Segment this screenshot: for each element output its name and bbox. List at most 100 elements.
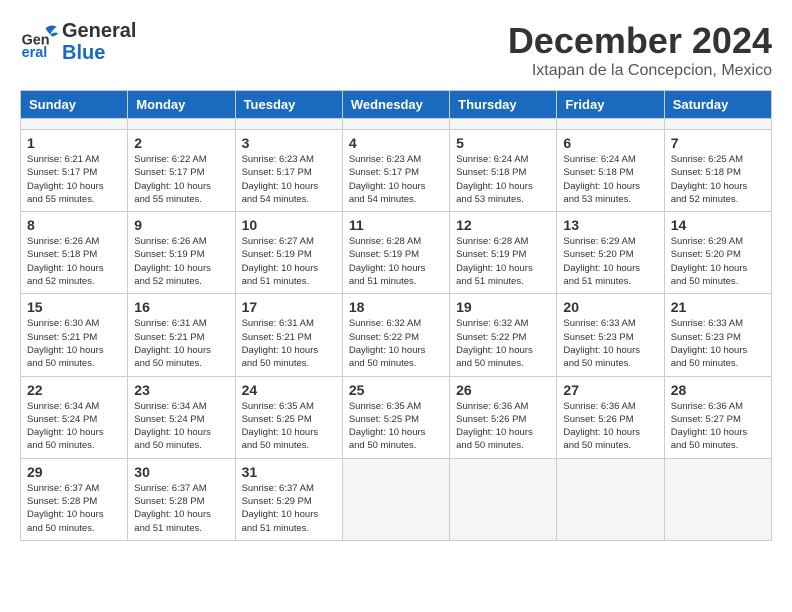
title-block: December 2024 Ixtapan de la Concepcion, … bbox=[508, 20, 772, 80]
table-row: 23 Sunrise: 6:34 AMSunset: 5:24 PMDayligh… bbox=[128, 376, 235, 458]
calendar-week-row: 29Sunrise: 6:37 AMSunset: 5:28 PMDayligh… bbox=[21, 458, 772, 540]
day-info: Sunrise: 6:26 AMSunset: 5:18 PMDaylight:… bbox=[27, 235, 121, 288]
day-info: Sunrise: 6:31 AMSunset: 5:21 PMDaylight:… bbox=[134, 317, 228, 370]
table-row: 1 Sunrise: 6:21 AMSunset: 5:17 PMDaylight… bbox=[21, 130, 128, 212]
location-subtitle: Ixtapan de la Concepcion, Mexico bbox=[508, 62, 772, 80]
table-row: 7Sunrise: 6:25 AMSunset: 5:18 PMDaylight… bbox=[664, 130, 771, 212]
day-info: Sunrise: 6:37 AMSunset: 5:28 PMDaylight:… bbox=[27, 482, 121, 535]
table-row: 25 Sunrise: 6:35 AMSunset: 5:25 PMDayligh… bbox=[342, 376, 449, 458]
table-row bbox=[450, 458, 557, 540]
table-row: 28Sunrise: 6:36 AMSunset: 5:27 PMDayligh… bbox=[664, 376, 771, 458]
day-info: Sunrise: 6:36 AMSunset: 5:27 PMDaylight:… bbox=[671, 400, 765, 453]
calendar-day-header: Tuesday bbox=[235, 91, 342, 119]
table-row: 5Sunrise: 6:24 AMSunset: 5:18 PMDaylight… bbox=[450, 130, 557, 212]
calendar-header-row: SundayMondayTuesdayWednesdayThursdayFrid… bbox=[21, 91, 772, 119]
day-info: Sunrise: 6:36 AMSunset: 5:26 PMDaylight:… bbox=[456, 400, 550, 453]
day-number: 14 bbox=[671, 217, 765, 233]
day-number: 8 bbox=[27, 217, 121, 233]
day-number: 24 bbox=[242, 382, 336, 398]
table-row bbox=[450, 119, 557, 130]
day-number: 21 bbox=[671, 299, 765, 315]
day-number: 6 bbox=[563, 135, 657, 151]
day-info: Sunrise: 6:21 AMSunset: 5:17 PMDaylight:… bbox=[27, 153, 121, 206]
day-number: 20 bbox=[563, 299, 657, 315]
calendar-day-header: Thursday bbox=[450, 91, 557, 119]
logo: Gen eral General Blue bbox=[20, 20, 136, 64]
day-info: Sunrise: 6:22 AMSunset: 5:17 PMDaylight:… bbox=[134, 153, 228, 206]
calendar-day-header: Wednesday bbox=[342, 91, 449, 119]
day-info: Sunrise: 6:24 AMSunset: 5:18 PMDaylight:… bbox=[563, 153, 657, 206]
calendar-day-header: Friday bbox=[557, 91, 664, 119]
day-number: 4 bbox=[349, 135, 443, 151]
calendar-table: SundayMondayTuesdayWednesdayThursdayFrid… bbox=[20, 90, 772, 541]
calendar-week-row bbox=[21, 119, 772, 130]
day-info: Sunrise: 6:29 AMSunset: 5:20 PMDaylight:… bbox=[563, 235, 657, 288]
logo-general-text: General bbox=[62, 20, 136, 42]
day-info: Sunrise: 6:23 AMSunset: 5:17 PMDaylight:… bbox=[242, 153, 336, 206]
page-header: Gen eral General Blue December 2024 Ixta… bbox=[20, 20, 772, 80]
table-row bbox=[557, 119, 664, 130]
table-row: 3 Sunrise: 6:23 AMSunset: 5:17 PMDaylight… bbox=[235, 130, 342, 212]
day-info: Sunrise: 6:23 AMSunset: 5:17 PMDaylight:… bbox=[349, 153, 443, 206]
day-info: Sunrise: 6:30 AMSunset: 5:21 PMDaylight:… bbox=[27, 317, 121, 370]
table-row bbox=[235, 119, 342, 130]
table-row: 14 Sunrise: 6:29 AMSunset: 5:20 PMDayligh… bbox=[664, 212, 771, 294]
table-row: 30 Sunrise: 6:37 AMSunset: 5:28 PMDayligh… bbox=[128, 458, 235, 540]
day-number: 12 bbox=[456, 217, 550, 233]
table-row: 16 Sunrise: 6:31 AMSunset: 5:21 PMDayligh… bbox=[128, 294, 235, 376]
day-number: 10 bbox=[242, 217, 336, 233]
calendar-day-header: Monday bbox=[128, 91, 235, 119]
day-info: Sunrise: 6:34 AMSunset: 5:24 PMDaylight:… bbox=[134, 400, 228, 453]
table-row: 26Sunrise: 6:36 AMSunset: 5:26 PMDayligh… bbox=[450, 376, 557, 458]
table-row: 9Sunrise: 6:26 AMSunset: 5:19 PMDaylight… bbox=[128, 212, 235, 294]
day-info: Sunrise: 6:28 AMSunset: 5:19 PMDaylight:… bbox=[456, 235, 550, 288]
table-row: 12 Sunrise: 6:28 AMSunset: 5:19 PMDayligh… bbox=[450, 212, 557, 294]
table-row: 4 Sunrise: 6:23 AMSunset: 5:17 PMDaylight… bbox=[342, 130, 449, 212]
day-info: Sunrise: 6:35 AMSunset: 5:25 PMDaylight:… bbox=[349, 400, 443, 453]
day-number: 18 bbox=[349, 299, 443, 315]
day-number: 2 bbox=[134, 135, 228, 151]
day-info: Sunrise: 6:33 AMSunset: 5:23 PMDaylight:… bbox=[563, 317, 657, 370]
day-info: Sunrise: 6:29 AMSunset: 5:20 PMDaylight:… bbox=[671, 235, 765, 288]
table-row: 8 Sunrise: 6:26 AMSunset: 5:18 PMDaylight… bbox=[21, 212, 128, 294]
calendar-day-header: Saturday bbox=[664, 91, 771, 119]
day-info: Sunrise: 6:37 AMSunset: 5:28 PMDaylight:… bbox=[134, 482, 228, 535]
table-row: 2 Sunrise: 6:22 AMSunset: 5:17 PMDaylight… bbox=[128, 130, 235, 212]
table-row: 24Sunrise: 6:35 AMSunset: 5:25 PMDayligh… bbox=[235, 376, 342, 458]
calendar-week-row: 15Sunrise: 6:30 AMSunset: 5:21 PMDayligh… bbox=[21, 294, 772, 376]
day-number: 9 bbox=[134, 217, 228, 233]
day-info: Sunrise: 6:31 AMSunset: 5:21 PMDaylight:… bbox=[242, 317, 336, 370]
day-number: 23 bbox=[134, 382, 228, 398]
table-row: 20 Sunrise: 6:33 AMSunset: 5:23 PMDayligh… bbox=[557, 294, 664, 376]
day-info: Sunrise: 6:36 AMSunset: 5:26 PMDaylight:… bbox=[563, 400, 657, 453]
day-number: 1 bbox=[27, 135, 121, 151]
day-info: Sunrise: 6:32 AMSunset: 5:22 PMDaylight:… bbox=[349, 317, 443, 370]
day-number: 25 bbox=[349, 382, 443, 398]
logo-blue-text: Blue bbox=[62, 42, 136, 64]
day-number: 11 bbox=[349, 217, 443, 233]
day-number: 3 bbox=[242, 135, 336, 151]
calendar-week-row: 8 Sunrise: 6:26 AMSunset: 5:18 PMDaylight… bbox=[21, 212, 772, 294]
table-row: 19Sunrise: 6:32 AMSunset: 5:22 PMDayligh… bbox=[450, 294, 557, 376]
day-number: 30 bbox=[134, 464, 228, 480]
month-title: December 2024 bbox=[508, 20, 772, 62]
table-row bbox=[664, 119, 771, 130]
day-info: Sunrise: 6:33 AMSunset: 5:23 PMDaylight:… bbox=[671, 317, 765, 370]
day-info: Sunrise: 6:27 AMSunset: 5:19 PMDaylight:… bbox=[242, 235, 336, 288]
day-number: 7 bbox=[671, 135, 765, 151]
table-row: 6 Sunrise: 6:24 AMSunset: 5:18 PMDaylight… bbox=[557, 130, 664, 212]
table-row: 11Sunrise: 6:28 AMSunset: 5:19 PMDayligh… bbox=[342, 212, 449, 294]
day-number: 17 bbox=[242, 299, 336, 315]
table-row: 18 Sunrise: 6:32 AMSunset: 5:22 PMDayligh… bbox=[342, 294, 449, 376]
logo-text: General Blue bbox=[62, 20, 136, 64]
calendar-day-header: Sunday bbox=[21, 91, 128, 119]
day-number: 16 bbox=[134, 299, 228, 315]
svg-text:eral: eral bbox=[22, 45, 48, 61]
table-row bbox=[664, 458, 771, 540]
table-row: 31Sunrise: 6:37 AMSunset: 5:29 PMDayligh… bbox=[235, 458, 342, 540]
table-row: 22Sunrise: 6:34 AMSunset: 5:24 PMDayligh… bbox=[21, 376, 128, 458]
day-number: 13 bbox=[563, 217, 657, 233]
table-row: 15Sunrise: 6:30 AMSunset: 5:21 PMDayligh… bbox=[21, 294, 128, 376]
table-row bbox=[557, 458, 664, 540]
day-info: Sunrise: 6:32 AMSunset: 5:22 PMDaylight:… bbox=[456, 317, 550, 370]
